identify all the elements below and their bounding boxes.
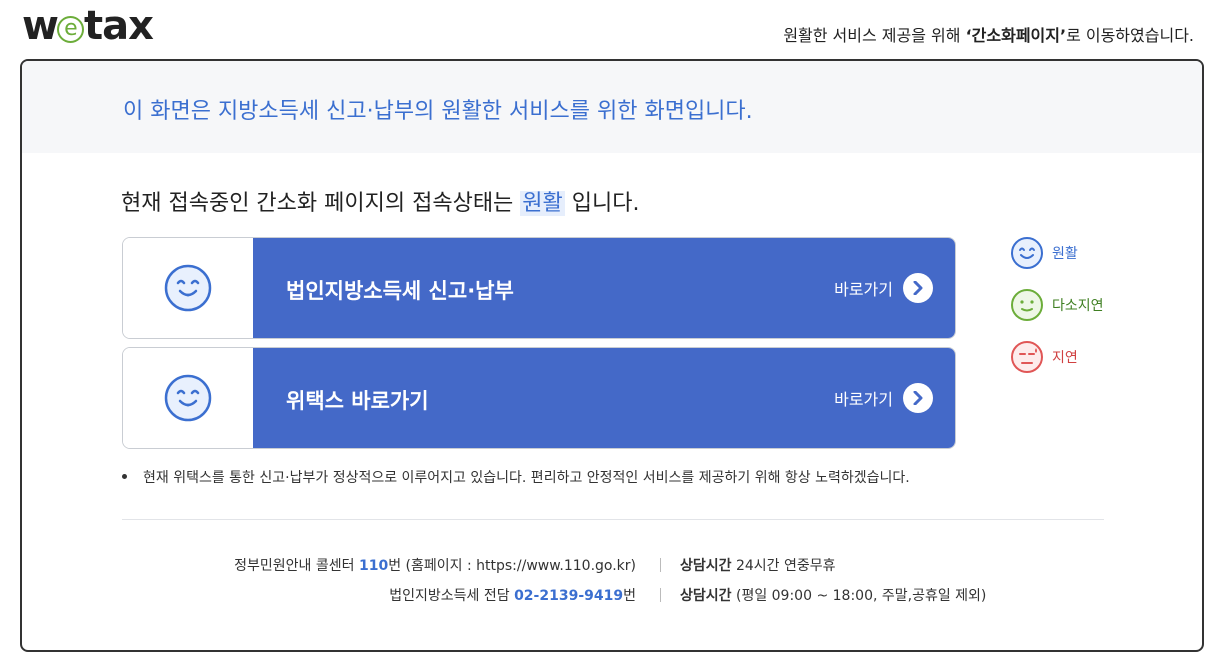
notice-text-bold: ‘간소화페이지’ — [965, 26, 1067, 45]
contact-text-pre: 법인지방소득세 전담 — [389, 588, 515, 604]
logo-text-tax: tax — [83, 3, 154, 49]
status-text-pre: 현재 접속중인 간소화 페이지의 접속상태는 — [121, 191, 521, 216]
smile-face-icon — [1011, 237, 1043, 269]
top-bar: w e tax 원활한 서비스 제공을 위해 ‘간소화페이지’로 이동하였습니다. — [0, 0, 1206, 58]
callcenter-text-post: 번 (홈페이지 : https://www.110.go.kr) — [388, 558, 636, 574]
status-legend: 원활 다소지연 지연 — [1010, 236, 1104, 392]
hours-value: 24시간 연중무휴 — [731, 558, 836, 574]
wetax-logo[interactable]: w e tax — [22, 3, 154, 49]
intro-message: 이 화면은 지방소득세 신고·납부의 원활한 서비스를 위한 화면입니다. — [123, 99, 753, 124]
hours-value: (평일 09:00 ~ 18:00, 주말,공휴일 제외) — [731, 588, 987, 604]
smile-face-icon — [164, 374, 212, 422]
footer-separator — [660, 588, 661, 602]
status-value: 원활 — [520, 191, 565, 216]
service-notice-bullet: 현재 위택스를 통한 신고·납부가 정상적으로 이루어지고 있습니다. 편리하고… — [122, 467, 910, 487]
status-face-box — [123, 348, 253, 448]
smile-face-icon — [164, 264, 212, 312]
callcenter-text-pre: 정부민원안내 콜센터 — [234, 558, 359, 574]
callcenter-info: 정부민원안내 콜센터 110번 (홈페이지 : https://www.110.… — [234, 555, 636, 575]
contact-text-post: 번 — [623, 588, 636, 604]
corporate-tax-contact: 법인지방소득세 전담 02-2139-9419번 — [389, 585, 636, 605]
logo-letter-e: e — [56, 15, 84, 43]
legend-item-delay: 지연 — [1010, 340, 1104, 374]
notice-text-pre: 원활한 서비스 제공을 위해 — [783, 26, 966, 45]
corporate-tax-link-button[interactable]: 법인지방소득세 신고·납부 바로가기 — [122, 237, 956, 339]
link-title: 위택스 바로가기 — [286, 389, 429, 413]
notice-text-post: 로 이동하였습니다. — [1066, 26, 1194, 45]
sad-face-icon — [1011, 341, 1043, 373]
card-header: 이 화면은 지방소득세 신고·납부의 원활한 서비스를 위한 화면입니다. — [22, 61, 1202, 153]
hours-label: 상담시간 — [680, 558, 732, 574]
go-button[interactable]: 바로가기 — [834, 273, 933, 303]
callcenter-hours: 상담시간 24시간 연중무휴 — [680, 555, 836, 575]
legend-label: 지연 — [1052, 350, 1078, 366]
legend-item-smooth: 원활 — [1010, 236, 1104, 270]
chevron-right-icon — [903, 273, 933, 303]
go-label: 바로가기 — [834, 390, 893, 409]
redirect-notice: 원활한 서비스 제공을 위해 ‘간소화페이지’로 이동하였습니다. — [783, 22, 1194, 46]
callcenter-number: 110 — [358, 558, 389, 574]
wetax-link-button[interactable]: 위택스 바로가기 바로가기 — [122, 347, 956, 449]
hours-label: 상담시간 — [680, 588, 732, 604]
footer-separator — [660, 558, 661, 572]
link-bar[interactable]: 법인지방소득세 신고·납부 바로가기 — [253, 238, 955, 338]
contact-hours: 상담시간 (평일 09:00 ~ 18:00, 주말,공휴일 제외) — [680, 585, 986, 605]
chevron-right-icon — [903, 383, 933, 413]
logo-letter-w: w — [22, 3, 59, 49]
connection-status: 현재 접속중인 간소화 페이지의 접속상태는 원활 입니다. — [121, 185, 640, 217]
status-face-box — [123, 238, 253, 338]
contact-number: 02-2139-9419 — [514, 588, 624, 604]
legend-label: 원활 — [1052, 246, 1078, 262]
neutral-face-icon — [1011, 289, 1043, 321]
status-text-post: 입니다. — [564, 191, 640, 216]
legend-label: 다소지연 — [1052, 298, 1104, 314]
main-card: 이 화면은 지방소득세 신고·납부의 원활한 서비스를 위한 화면입니다. 현재… — [20, 59, 1204, 652]
go-button[interactable]: 바로가기 — [834, 383, 933, 413]
link-title: 법인지방소득세 신고·납부 — [286, 279, 514, 303]
go-label: 바로가기 — [834, 280, 893, 299]
legend-item-slight-delay: 다소지연 — [1010, 288, 1104, 322]
divider — [122, 519, 1104, 520]
link-bar[interactable]: 위택스 바로가기 바로가기 — [253, 348, 955, 448]
